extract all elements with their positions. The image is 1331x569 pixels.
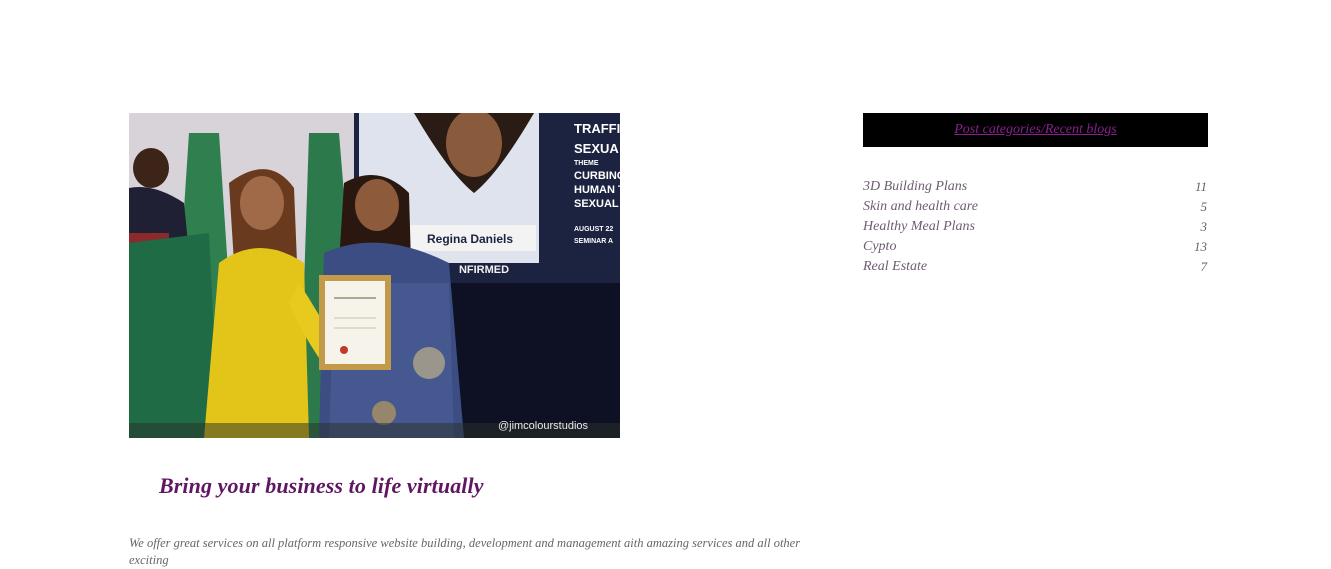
category-label: Cypto: [863, 239, 897, 254]
banner-word-3: THEME: [574, 160, 599, 167]
category-count: 13: [1194, 239, 1207, 254]
banner-word-1: TRAFFI: [574, 121, 620, 136]
category-label: Skin and health care: [863, 199, 978, 214]
banner-word-2: SEXUA: [574, 141, 619, 156]
banner-word-4: CURBING: [574, 170, 620, 182]
category-label: Real Estate: [863, 259, 928, 274]
category-item-skin-and-health-care[interactable]: Skin and health care 5: [863, 197, 1208, 217]
category-item-healthy-meal-plans[interactable]: Healthy Meal Plans 3: [863, 217, 1208, 237]
category-item-cypto[interactable]: Cypto 13: [863, 237, 1208, 257]
article-body: We offer great services on all platform …: [129, 536, 801, 567]
category-count: 11: [1194, 179, 1207, 194]
category-count: 5: [1200, 199, 1208, 214]
banner-word-5: HUMAN T: [574, 184, 620, 196]
sidebar-header: Post categories/Recent blogs: [863, 113, 1208, 147]
banner-word-8: SEMINAR A: [574, 238, 613, 245]
banner-word-6: SEXUAL A: [574, 198, 620, 210]
article-title: Bring your business to life virtually: [159, 473, 484, 498]
category-label: 3D Building Plans: [863, 179, 968, 194]
award-photo-illustration: Regina Daniels SPEAKER NFIRMED TRAFFI SE…: [129, 113, 620, 438]
category-item-3d-building-plans[interactable]: 3D Building Plans 11: [863, 177, 1208, 197]
category-list: 3D Building Plans 11 Skin and health car…: [863, 177, 1208, 277]
category-label: Healthy Meal Plans: [863, 219, 975, 234]
photo-credit: @jimcolourstudios: [497, 420, 588, 432]
category-count: 7: [1200, 259, 1208, 274]
banner-name: Regina Daniels: [427, 232, 513, 246]
category-item-real-estate[interactable]: Real Estate 7: [863, 257, 1208, 277]
banner-status: NFIRMED: [459, 264, 509, 276]
category-count: 3: [1200, 219, 1208, 234]
hero-photo: Regina Daniels SPEAKER NFIRMED TRAFFI SE…: [129, 113, 620, 438]
sidebar-header-link[interactable]: Post categories/Recent blogs: [954, 122, 1117, 138]
banner-word-7: AUGUST 22: [574, 226, 613, 233]
